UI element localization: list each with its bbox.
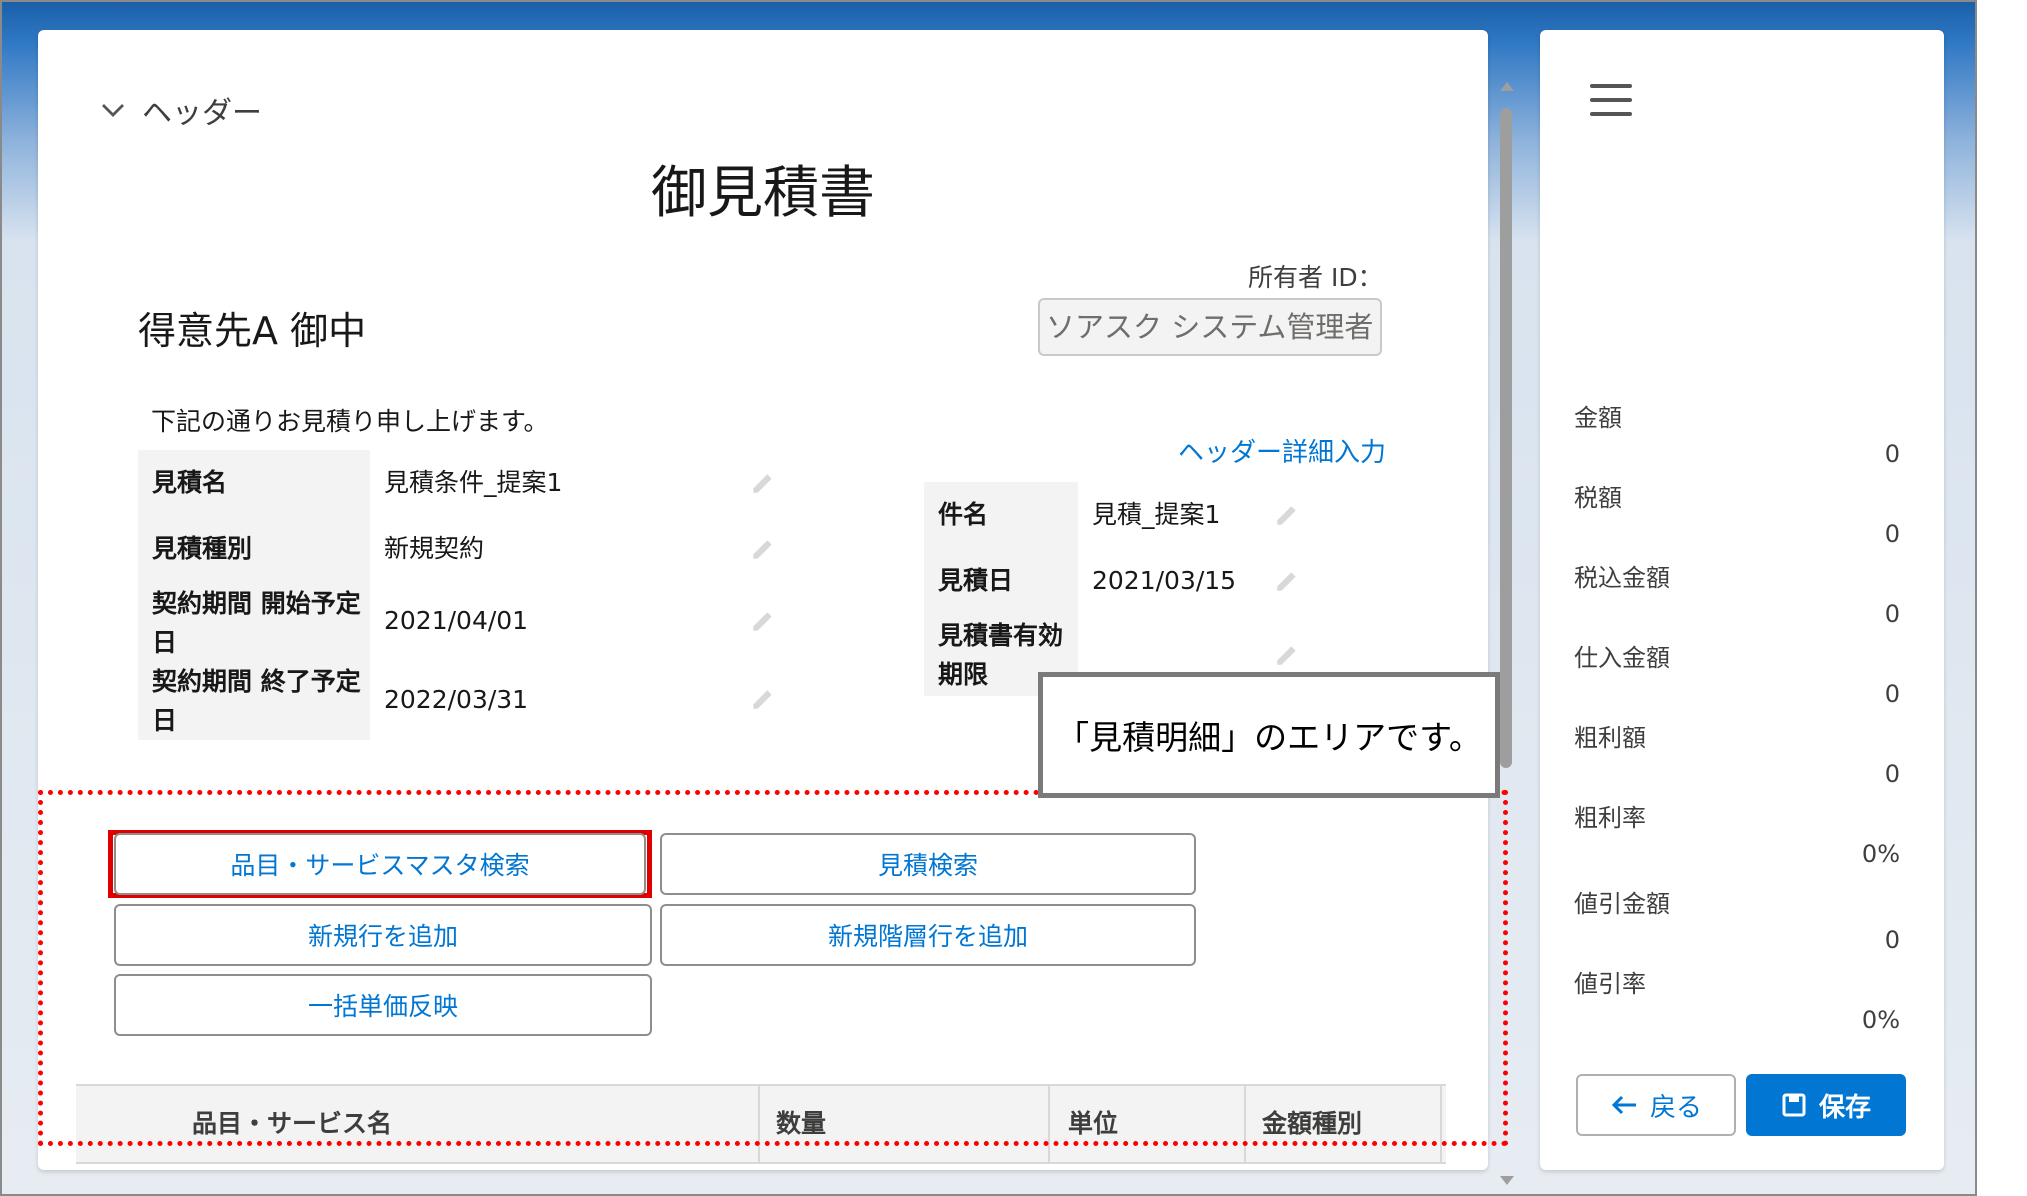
scroll-down-arrow[interactable]: [1500, 1176, 1514, 1185]
summary-label-total: 税込金額: [1574, 564, 1670, 592]
owner-id-field: ソアスク システム管理者: [1038, 298, 1382, 356]
field-label-contract-start: 契約期間 開始予定日: [138, 582, 370, 660]
document-title: 御見積書: [651, 161, 875, 226]
field-value-quote-name: 見積条件_提案1: [384, 468, 563, 497]
header-detail-link[interactable]: ヘッダー詳細入力: [1178, 432, 1386, 469]
field-value-quote-type: 新規契約: [384, 534, 485, 563]
field-label-quote-type: 見積種別: [138, 516, 370, 582]
back-button[interactable]: 戻る: [1576, 1074, 1736, 1136]
summary-label-purchase: 仕入金額: [1574, 644, 1670, 672]
customer-name: 得意先A 御中: [138, 309, 367, 353]
back-button-label: 戻る: [1649, 1092, 1702, 1123]
owner-id-label: 所有者 ID：: [1248, 263, 1383, 292]
save-button[interactable]: 保存: [1746, 1074, 1906, 1136]
summary-value-gross-profit: 0: [1884, 760, 1900, 788]
field-label-quote-name: 見積名: [138, 450, 370, 516]
field-value-quote-date: 2021/03/15: [1092, 566, 1237, 595]
save-disk-icon: [1782, 1093, 1806, 1117]
pencil-icon[interactable]: [1274, 568, 1300, 594]
field-value-subject: 見積_提案1: [1092, 500, 1221, 529]
pencil-icon[interactable]: [1274, 502, 1300, 528]
pencil-icon[interactable]: [750, 686, 776, 712]
hamburger-menu-icon[interactable]: [1590, 84, 1634, 120]
pencil-icon[interactable]: [1274, 642, 1300, 668]
summary-label-discount-rate: 値引率: [1574, 970, 1646, 998]
chevron-down-icon: [102, 104, 124, 117]
summary-label-discount: 値引金額: [1574, 890, 1670, 918]
pencil-icon[interactable]: [750, 608, 776, 634]
summary-value-amount: 0: [1884, 440, 1900, 468]
field-value-contract-end: 2022/03/31: [384, 685, 529, 714]
summary-label-tax: 税額: [1574, 484, 1622, 512]
callout-box: 「見積明細」のエリアです。: [1038, 672, 1500, 798]
summary-label-gross-profit: 粗利額: [1574, 724, 1646, 752]
save-button-label: 保存: [1818, 1092, 1871, 1123]
pencil-icon[interactable]: [750, 470, 776, 496]
outer-margin: [1977, 0, 2027, 1196]
summary-label-amount: 金額: [1574, 404, 1622, 432]
field-value-contract-start: 2021/04/01: [384, 606, 529, 635]
pencil-icon[interactable]: [750, 536, 776, 562]
header-section-toggle[interactable]: ヘッダー: [98, 88, 262, 132]
summary-value-discount-rate: 0%: [1861, 1006, 1900, 1034]
scrollbar-thumb[interactable]: [1500, 108, 1512, 768]
header-section-label: ヘッダー: [142, 96, 262, 131]
summary-value-total: 0: [1884, 600, 1900, 628]
summary-panel: [1540, 30, 1944, 1170]
field-label-contract-end: 契約期間 終了予定日: [138, 660, 370, 740]
summary-value-purchase: 0: [1884, 680, 1900, 708]
field-label-subject: 件名: [924, 482, 1078, 548]
summary-label-gross-margin: 粗利率: [1574, 804, 1646, 832]
scroll-up-arrow[interactable]: [1500, 82, 1514, 91]
intro-text: 下記の通りお見積り申し上げます。: [151, 407, 549, 436]
summary-value-tax: 0: [1884, 520, 1900, 548]
summary-value-gross-margin: 0%: [1861, 840, 1900, 868]
arrow-left-icon: [1611, 1095, 1636, 1115]
quote-detail-area-annotation: [38, 790, 1508, 1146]
field-label-quote-date: 見積日: [924, 548, 1078, 614]
summary-value-discount: 0: [1884, 926, 1900, 954]
